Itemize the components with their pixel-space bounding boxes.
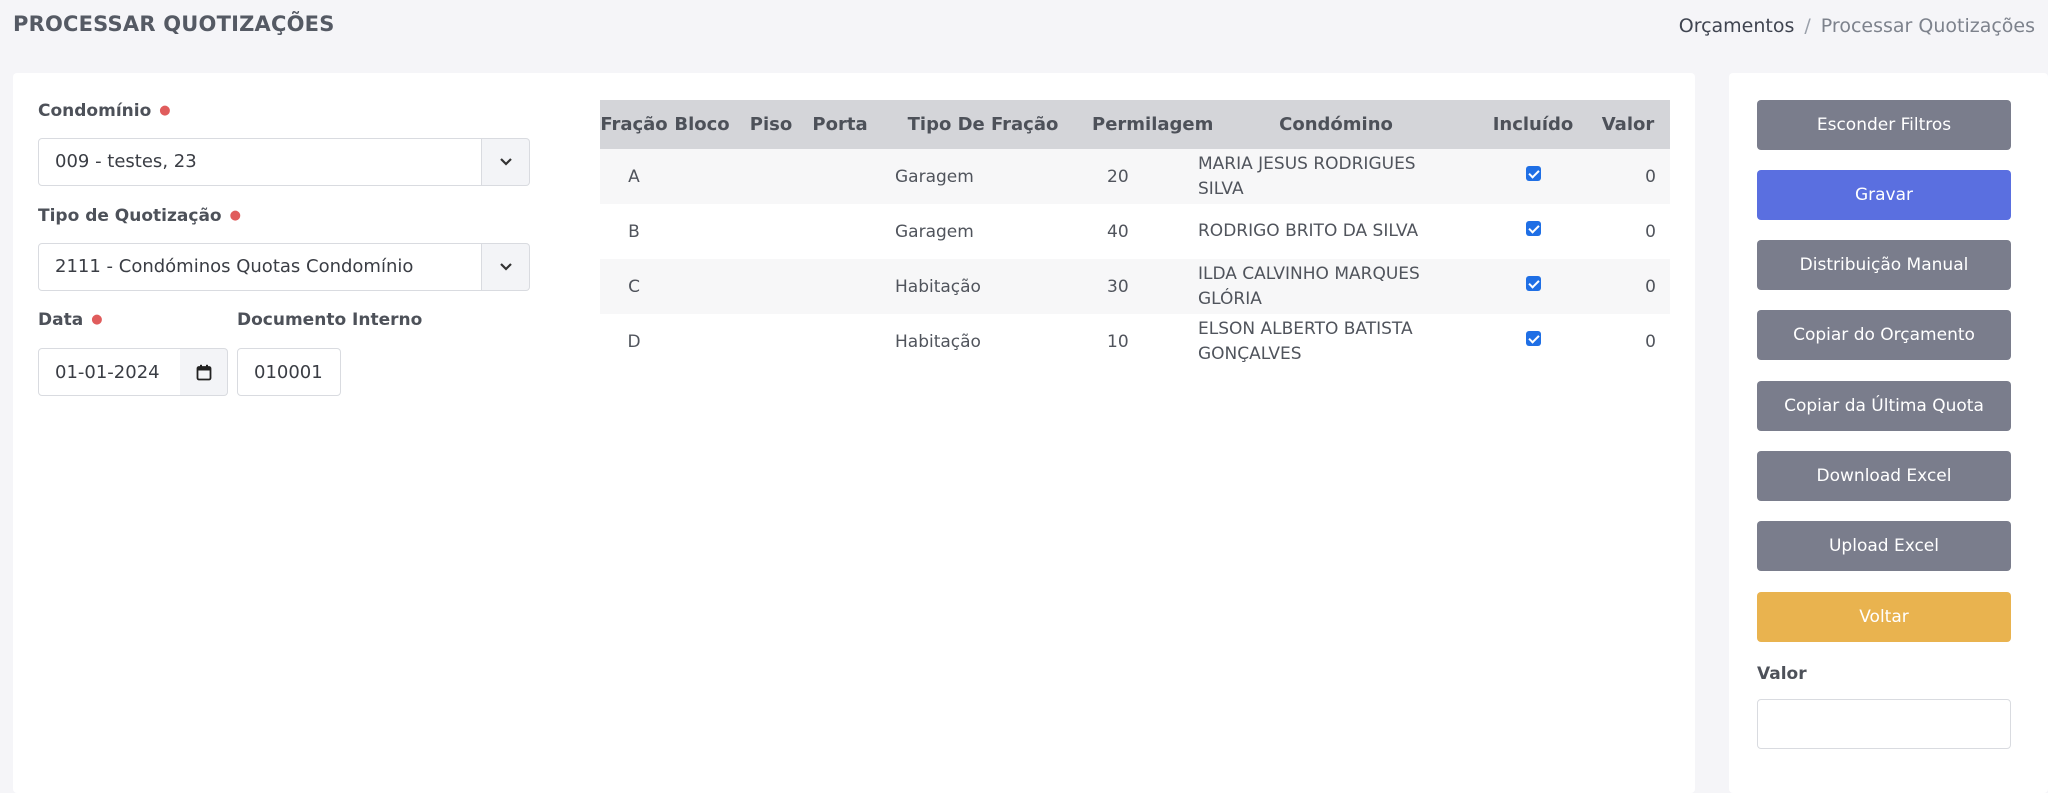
incluido-checkbox[interactable] [1525, 276, 1541, 291]
incluido-checkbox[interactable] [1525, 331, 1541, 346]
table-header-row: Fração Bloco Piso Porta Tipo De Fração P… [600, 100, 1670, 149]
condominio-select[interactable]: 009 - testes, 23 [38, 138, 482, 186]
cell-tipo-de-fracao: Garagem [874, 149, 1092, 204]
copiar-orcamento-button[interactable]: Copiar do Orçamento [1757, 310, 2011, 360]
cell-incluido [1480, 149, 1586, 204]
table-row: A Garagem 20 MARIA JESUS RODRIGUES SILVA… [600, 149, 1670, 204]
table-row: C Habitação 30 ILDA CALVINHO MARQUES GLÓ… [600, 259, 1670, 314]
condominio-dropdown-button[interactable] [482, 138, 530, 186]
chevron-down-icon [499, 263, 512, 271]
date-picker-button[interactable] [180, 348, 228, 396]
condominio-label: Condomínio ● [38, 101, 171, 121]
distribuicao-manual-button[interactable]: Distribuição Manual [1757, 240, 2011, 290]
incluido-checkbox[interactable] [1525, 221, 1541, 236]
cell-permilagem: 20 [1092, 149, 1192, 204]
cell-condomino: MARIA JESUS RODRIGUES SILVA [1192, 149, 1480, 204]
cell-incluido [1480, 259, 1586, 314]
cell-bloco [668, 149, 736, 204]
upload-excel-button[interactable]: Upload Excel [1757, 521, 2011, 571]
cell-condomino: ELSON ALBERTO BATISTA GONÇALVES [1192, 314, 1480, 369]
column-header-condomino[interactable]: Condómino [1192, 100, 1480, 149]
column-header-incluido[interactable]: Incluído [1480, 100, 1586, 149]
tipo-quotizacao-select[interactable]: 2111 - Condóminos Quotas Condomínio [38, 243, 482, 291]
cell-valor[interactable]: 0 [1586, 259, 1670, 314]
copiar-ultima-quota-button[interactable]: Copiar da Última Quota [1757, 381, 2011, 431]
cell-permilagem: 10 [1092, 314, 1192, 369]
cell-condomino: ILDA CALVINHO MARQUES GLÓRIA [1192, 259, 1480, 314]
cell-condomino: RODRIGO BRITO DA SILVA [1192, 204, 1480, 259]
cell-porta [806, 204, 874, 259]
calendar-icon [196, 364, 211, 380]
cell-fracao: A [600, 149, 668, 204]
breadcrumb-current: Processar Quotizações [1820, 15, 2035, 37]
cell-valor[interactable]: 0 [1586, 314, 1670, 369]
required-marker: ● [159, 103, 171, 118]
breadcrumb-separator: / [1804, 15, 1811, 37]
column-header-valor[interactable]: Valor [1586, 100, 1670, 149]
cell-tipo-de-fracao: Habitação [874, 314, 1092, 369]
cell-piso [736, 314, 806, 369]
column-header-tipo-de-fracao[interactable]: Tipo De Fração [874, 100, 1092, 149]
cell-piso [736, 204, 806, 259]
column-header-porta[interactable]: Porta [806, 100, 874, 149]
cell-valor[interactable]: 0 [1586, 149, 1670, 204]
cell-bloco [668, 259, 736, 314]
column-header-bloco[interactable]: Bloco [668, 100, 736, 149]
column-header-permilagem[interactable]: Permilagem [1092, 100, 1213, 149]
cell-valor[interactable]: 0 [1586, 204, 1670, 259]
cell-incluido [1480, 204, 1586, 259]
quotizacoes-table: Fração Bloco Piso Porta Tipo De Fração P… [600, 100, 1670, 369]
column-header-fracao[interactable]: Fração [600, 100, 668, 149]
cell-piso [736, 259, 806, 314]
cell-porta [806, 259, 874, 314]
chevron-down-icon [499, 158, 512, 166]
breadcrumb-link-orcamentos[interactable]: Orçamentos [1679, 15, 1795, 37]
data-label: Data ● [38, 310, 103, 330]
esconder-filtros-button[interactable]: Esconder Filtros [1757, 100, 2011, 150]
cell-piso [736, 149, 806, 204]
voltar-button[interactable]: Voltar [1757, 592, 2011, 642]
column-header-piso[interactable]: Piso [736, 100, 806, 149]
valor-label: Valor [1757, 664, 1807, 684]
tipo-quotizacao-label: Tipo de Quotização ● [38, 206, 241, 226]
cell-permilagem: 30 [1092, 259, 1192, 314]
table-row: D Habitação 10 ELSON ALBERTO BATISTA GON… [600, 314, 1670, 369]
gravar-button[interactable]: Gravar [1757, 170, 2011, 220]
tipo-quotizacao-dropdown-button[interactable] [482, 243, 530, 291]
breadcrumb: Orçamentos / Processar Quotizações [1679, 15, 2035, 37]
data-input[interactable] [38, 348, 181, 396]
cell-fracao: D [600, 314, 668, 369]
required-marker: ● [229, 208, 241, 223]
table-row: B Garagem 40 RODRIGO BRITO DA SILVA 0 [600, 204, 1670, 259]
download-excel-button[interactable]: Download Excel [1757, 451, 2011, 501]
page-title: PROCESSAR QUOTIZAÇÕES [13, 12, 335, 36]
cell-bloco [668, 204, 736, 259]
cell-porta [806, 314, 874, 369]
incluido-checkbox[interactable] [1525, 166, 1541, 181]
required-marker: ● [91, 312, 103, 327]
cell-tipo-de-fracao: Garagem [874, 204, 1092, 259]
cell-incluido [1480, 314, 1586, 369]
cell-tipo-de-fracao: Habitação [874, 259, 1092, 314]
cell-porta [806, 149, 874, 204]
cell-fracao: B [600, 204, 668, 259]
cell-fracao: C [600, 259, 668, 314]
cell-bloco [668, 314, 736, 369]
documento-interno-label: Documento Interno [237, 310, 423, 330]
valor-input[interactable] [1757, 699, 2011, 749]
documento-interno-input[interactable] [237, 348, 341, 396]
cell-permilagem: 40 [1092, 204, 1192, 259]
